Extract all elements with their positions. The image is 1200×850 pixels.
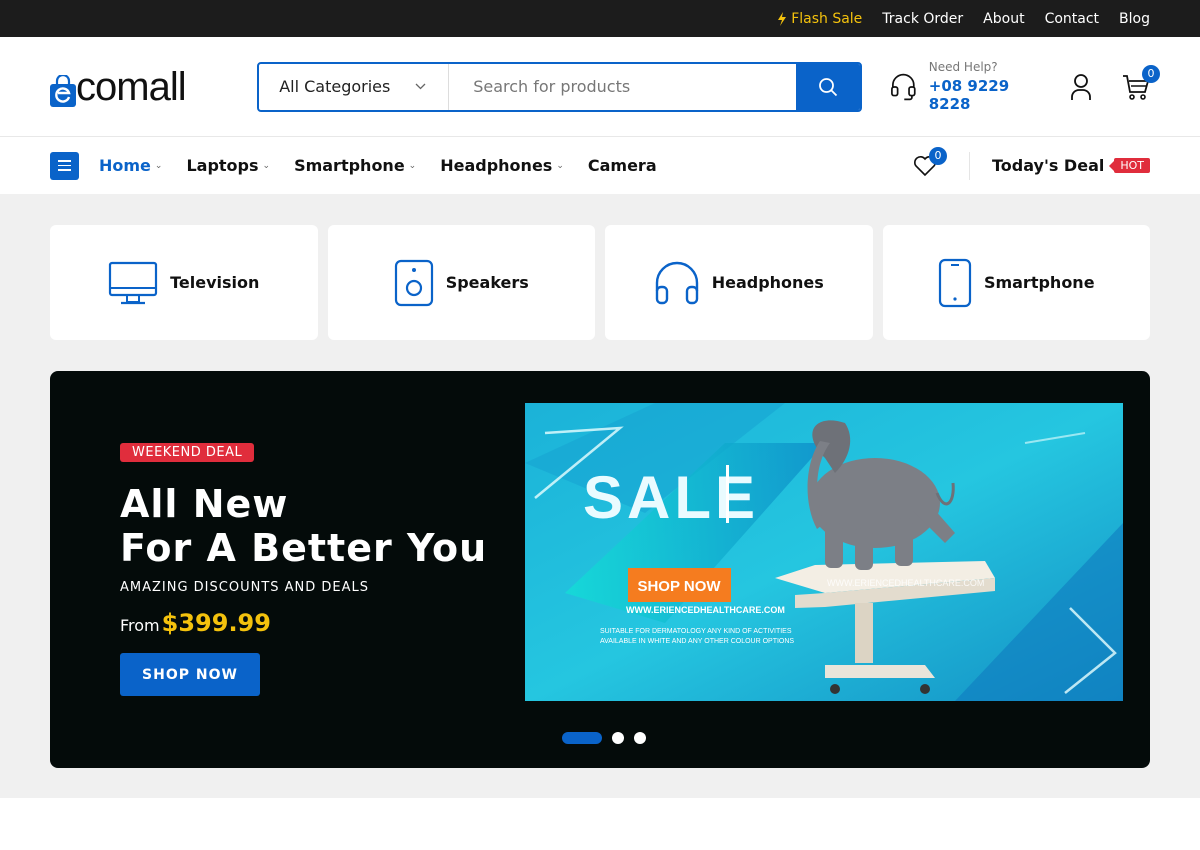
divider	[968, 151, 970, 180]
logo[interactable]: comall	[50, 67, 217, 107]
category-card-headphones[interactable]: Headphones	[605, 225, 873, 340]
wishlist-count-badge: 0	[928, 146, 947, 165]
nav-item-label: Camera	[587, 156, 657, 175]
nav-item-label: Headphones	[440, 156, 553, 175]
about-link[interactable]: About	[983, 11, 1024, 27]
hero-subtitle: AMAZING DISCOUNTS AND DEALS	[120, 580, 370, 595]
help-phone[interactable]: +08 9229 8228	[929, 77, 1050, 113]
hero-slider: WEEKEND DEAL All New For A Better You AM…	[50, 371, 1150, 768]
header: comall All Categories Need Help? +08 922…	[0, 37, 1200, 137]
shop-now-button[interactable]: SHOP NOW	[120, 653, 260, 696]
hero-headline-line2: For A Better You	[120, 526, 488, 570]
category-cards: Television Speakers Headphones Smartphon…	[50, 225, 1150, 340]
sale-banner-image[interactable]: SALE SHOP NOW WWW.ERIENCEDHEALTHCARE.COM…	[525, 403, 1123, 701]
from-label: From	[120, 616, 160, 635]
smartphone-icon	[938, 258, 972, 307]
nav-item-label: Home	[99, 156, 151, 175]
top-bar: Flash Sale Track Order About Contact Blo…	[0, 0, 1200, 37]
category-select[interactable]: All Categories	[259, 63, 450, 110]
chevron-down-icon: ⌄	[408, 160, 417, 171]
blog-link[interactable]: Blog	[1119, 11, 1150, 27]
contact-link[interactable]: Contact	[1045, 11, 1099, 27]
hamburger-line	[58, 164, 71, 167]
search-icon	[819, 77, 838, 96]
slider-pagination	[562, 732, 646, 744]
cart-button[interactable]: 0	[1122, 64, 1160, 101]
nav-item-label: Smartphone	[294, 156, 405, 175]
chevron-down-icon: ⌄	[556, 160, 564, 171]
need-help-label: Need Help?	[928, 60, 998, 74]
shopping-bag-logo-icon	[50, 74, 76, 107]
nav-item-label: Laptops	[186, 156, 259, 175]
wishlist-button[interactable]: 0	[913, 146, 947, 177]
nav-item-laptops[interactable]: Laptops ⌄	[186, 156, 270, 175]
lightning-icon	[778, 11, 787, 26]
banner-shop-now-text: SHOP NOW	[637, 578, 721, 595]
track-order-link[interactable]: Track Order	[882, 11, 963, 27]
banner-sale-text: SALE	[583, 464, 759, 531]
hamburger-line	[58, 169, 71, 171]
speaker-icon	[394, 259, 433, 306]
hero-headline-line1: All New	[120, 482, 289, 526]
hero-headline: All New For A Better You	[120, 482, 487, 570]
banner-url-watermark: WWW.ERIENCEDHEALTHCARE.COM	[827, 578, 984, 588]
logo-text: comall	[76, 64, 187, 109]
category-card-television[interactable]: Television	[50, 225, 318, 340]
hamburger-icon	[58, 160, 71, 162]
banner-line1-text: SUITABLE FOR DERMATOLOGY ANY KIND OF ACT…	[600, 628, 792, 635]
slider-dot[interactable]	[634, 732, 646, 744]
nav-item-headphones[interactable]: Headphones ⌄	[440, 156, 564, 175]
user-icon	[1071, 73, 1091, 100]
hero-price: $399.99	[161, 609, 271, 637]
weekend-deal-tag: WEEKEND DEAL	[120, 443, 255, 462]
category-label: Speakers	[445, 273, 529, 292]
hero-price-row: From $399.99	[120, 609, 487, 637]
chevron-down-icon: ⌄	[262, 160, 271, 171]
hot-badge: HOT	[1109, 158, 1150, 173]
search-button[interactable]	[796, 63, 861, 110]
category-card-speakers[interactable]: Speakers	[327, 225, 595, 340]
chevron-down-icon: ⌄	[154, 160, 163, 171]
flash-sale-label: Flash Sale	[791, 10, 863, 27]
help-block: Need Help? +08 9229 8228	[890, 60, 1050, 113]
cart-count-badge: 0	[1142, 64, 1160, 83]
hero-content: WEEKEND DEAL All New For A Better You AM…	[120, 441, 487, 696]
search-input[interactable]	[449, 63, 797, 110]
search-bar: All Categories	[257, 61, 863, 112]
category-label: Television	[170, 273, 260, 292]
chevron-down-icon	[415, 83, 426, 90]
flash-sale-link[interactable]: Flash Sale	[777, 11, 862, 27]
main-nav: Home ⌄ Laptops ⌄ Smartphone ⌄ Headphones ⌄ C…	[0, 137, 1200, 194]
account-button[interactable]	[1070, 73, 1092, 101]
slider-dot-active[interactable]	[562, 732, 602, 744]
headset-icon	[891, 73, 916, 100]
category-label: Headphones	[711, 273, 824, 292]
nav-item-smartphone[interactable]: Smartphone ⌄	[294, 156, 416, 175]
slider-dot[interactable]	[612, 732, 624, 744]
category-label: Smartphone	[983, 273, 1095, 292]
nav-item-home[interactable]: Home ⌄	[99, 156, 162, 175]
category-select-value: All Categories	[279, 77, 391, 96]
headphones-icon	[655, 261, 698, 304]
category-card-smartphone[interactable]: Smartphone	[882, 225, 1150, 340]
main-content: Television Speakers Headphones Smartphon…	[0, 194, 1200, 798]
banner-url-text: WWW.ERIENCEDHEALTHCARE.COM	[626, 605, 785, 615]
television-icon	[109, 261, 158, 304]
banner-line2-text: AVAILABLE IN WHITE AND ANY OTHER COLOUR …	[600, 638, 794, 645]
todays-deal-label: Today's Deal	[991, 156, 1105, 175]
nav-item-camera[interactable]: Camera	[588, 156, 657, 175]
todays-deal-link[interactable]: Today's Deal HOT	[992, 156, 1150, 175]
menu-toggle-button[interactable]	[50, 151, 79, 180]
